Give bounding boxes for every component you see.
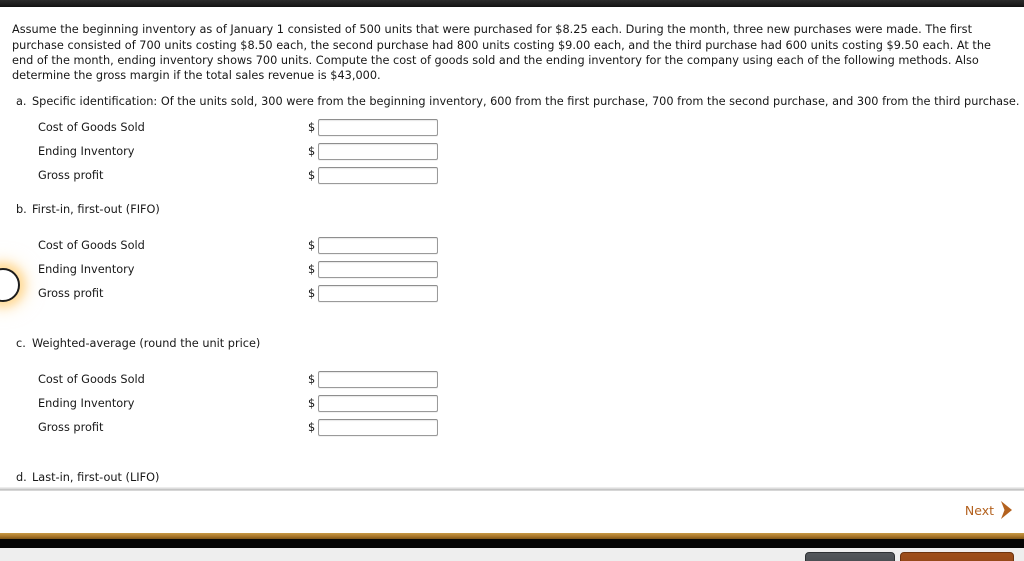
row-ending-inventory-b: Ending Inventory $ [0,261,460,280]
next-button[interactable]: Next [965,500,1014,520]
input-cogs-a[interactable] [318,119,438,136]
section-d-heading: d. Last-in, first-out (LIFO) [16,471,159,485]
window-tab-dark[interactable] [805,552,895,561]
window-tab-orange[interactable] [900,552,1014,561]
section-b-heading: b. First-in, first-out (FIFO) [16,203,160,217]
section-c-heading: c. Weighted-average (round the unit price… [16,337,260,351]
row-label-gross-profit-c: Gross profit [38,421,104,434]
row-gross-profit-b: Gross profit $ [0,285,460,304]
row-label-cogs-c: Cost of Goods Sold [38,373,145,386]
input-ending-inventory-b[interactable] [318,261,438,278]
row-label-gross-profit-a: Gross profit [38,169,104,182]
row-cogs-a: Cost of Goods Sold $ [0,119,460,138]
black-frame-bar [0,539,1024,548]
section-c-title: Weighted-average (round the unit price) [32,337,261,350]
row-cogs-b: Cost of Goods Sold $ [0,237,460,256]
currency-symbol-b-3: $ [308,287,316,300]
currency-symbol-c-2: $ [308,397,316,410]
row-gross-profit-a: Gross profit $ [0,167,460,186]
currency-symbol-b-1: $ [308,239,316,252]
section-a-title: Specific identification: Of the units so… [32,95,1020,108]
row-cogs-c: Cost of Goods Sold $ [0,371,460,390]
row-label-ending-inventory-c: Ending Inventory [38,397,135,410]
currency-symbol-a-3: $ [308,169,316,182]
row-label-ending-inventory-b: Ending Inventory [38,263,135,276]
input-cogs-b[interactable] [318,237,438,254]
section-d-title: Last-in, first-out (LIFO) [32,471,160,484]
section-b-title: First-in, first-out (FIFO) [32,203,160,216]
input-gross-profit-c[interactable] [318,419,438,436]
row-label-gross-profit-b: Gross profit [38,287,104,300]
currency-symbol-c-1: $ [308,373,316,386]
currency-symbol-a-2: $ [308,145,316,158]
row-gross-profit-c: Gross profit $ [0,419,460,438]
input-gross-profit-a[interactable] [318,167,438,184]
currency-symbol-a-1: $ [308,121,316,134]
input-gross-profit-b[interactable] [318,285,438,302]
top-chrome-bar [0,0,1024,7]
section-d-letter: d. [16,471,27,484]
row-ending-inventory-a: Ending Inventory $ [0,143,460,162]
input-ending-inventory-a[interactable] [318,143,438,160]
exercise-content-area: Assume the beginning inventory as of Jan… [0,7,1024,490]
currency-symbol-c-3: $ [308,421,316,434]
input-cogs-c[interactable] [318,371,438,388]
row-label-cogs-b: Cost of Goods Sold [38,239,145,252]
currency-symbol-b-2: $ [308,263,316,276]
section-a-letter: a. [16,95,27,108]
window-taskbar-strip [0,548,1024,561]
section-c-letter: c. [16,337,26,350]
input-ending-inventory-c[interactable] [318,395,438,412]
row-ending-inventory-c: Ending Inventory $ [0,395,460,414]
section-b-letter: b. [16,203,27,216]
chevron-right-icon [999,500,1014,520]
exercise-footer: Next [0,491,1024,533]
row-label-cogs-a: Cost of Goods Sold [38,121,145,134]
next-button-label: Next [964,502,994,518]
row-label-ending-inventory-a: Ending Inventory [38,145,135,158]
question-prompt-text: Assume the beginning inventory as of Jan… [12,23,991,83]
section-a-heading: a. Specific identification: Of the units … [16,95,1019,109]
